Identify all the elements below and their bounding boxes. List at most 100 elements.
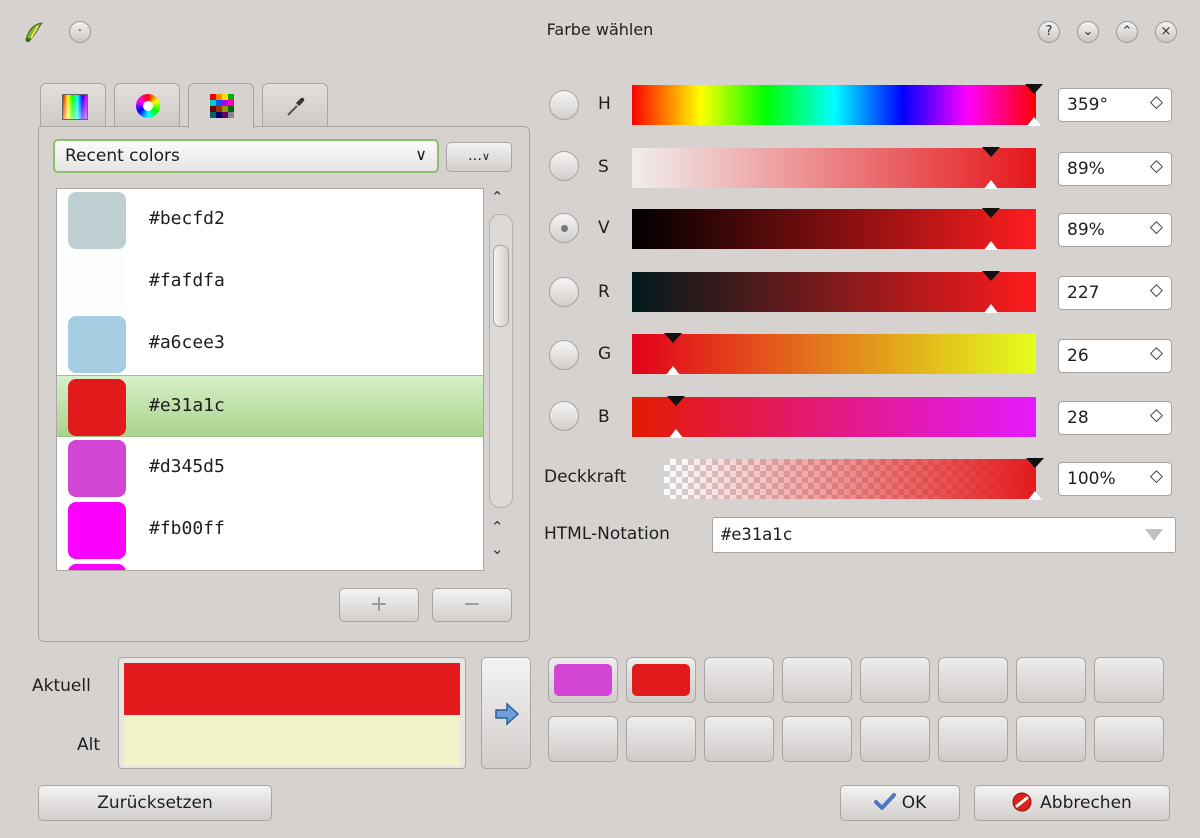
- opacity-slider[interactable]: [664, 458, 1044, 500]
- color-button-fill: [554, 664, 612, 696]
- spin-arrows-icon[interactable]: ◇: [1150, 282, 1163, 299]
- tab-swatches[interactable]: [188, 83, 254, 129]
- slider-marker[interactable]: [667, 396, 685, 406]
- list-item-selected[interactable]: #e31a1c: [57, 375, 483, 437]
- saturation-slider[interactable]: [632, 147, 1036, 189]
- color-button[interactable]: [1094, 657, 1164, 703]
- scroll-up-icon[interactable]: ⌃: [491, 188, 504, 206]
- slider-marker[interactable]: [664, 333, 682, 343]
- opacity-label: Deckkraft: [544, 467, 627, 487]
- red-slider[interactable]: [632, 271, 1036, 313]
- tab-color-wheel[interactable]: [114, 83, 180, 127]
- minus-icon: −: [462, 592, 482, 617]
- list-scrollbar[interactable]: ⌃ ⌃ ⌄: [486, 188, 514, 571]
- current-color-swatch: [124, 663, 460, 715]
- tab-color-ramp[interactable]: [40, 83, 106, 127]
- slider-marker[interactable]: [1025, 84, 1043, 94]
- spin-arrows-icon[interactable]: ◇: [1150, 407, 1163, 424]
- scroll-down-icon[interactable]: ⌄: [491, 540, 504, 558]
- hue-slider[interactable]: [632, 84, 1043, 126]
- spin-arrows-icon[interactable]: ◇: [1150, 345, 1163, 362]
- radio-b[interactable]: [549, 401, 579, 431]
- saturation-spinbox[interactable]: 89% ◇: [1058, 152, 1172, 186]
- list-item[interactable]: #fb00ff: [57, 499, 483, 561]
- radio-s[interactable]: [549, 151, 579, 181]
- radio-v[interactable]: [549, 213, 579, 243]
- cancel-label: Abbrechen: [1040, 793, 1132, 813]
- ok-button[interactable]: OK: [840, 785, 960, 821]
- red-value: 227: [1067, 283, 1100, 303]
- color-button[interactable]: [1094, 716, 1164, 762]
- red-spinbox[interactable]: 227 ◇: [1058, 276, 1172, 310]
- slider-marker[interactable]: [982, 271, 1000, 281]
- apply-color-button[interactable]: [481, 657, 531, 769]
- scroll-track[interactable]: [489, 214, 513, 508]
- minimize-button[interactable]: ⌄: [1077, 21, 1099, 43]
- value-spinbox[interactable]: 89% ◇: [1058, 213, 1172, 247]
- hue-spinbox[interactable]: 359° ◇: [1058, 88, 1172, 122]
- color-button[interactable]: [704, 716, 774, 762]
- reset-button[interactable]: Zurücksetzen: [38, 785, 272, 821]
- scroll-thumb[interactable]: [493, 245, 509, 327]
- dropdown-triangle-icon[interactable]: [1145, 529, 1163, 541]
- eyedropper-icon: [284, 94, 308, 118]
- color-button[interactable]: [938, 716, 1008, 762]
- color-button[interactable]: [1016, 657, 1086, 703]
- old-color-swatch[interactable]: [124, 715, 460, 765]
- color-swatch: [68, 192, 126, 249]
- color-button[interactable]: [548, 657, 618, 703]
- color-hex-label: #fb00ff: [149, 518, 225, 539]
- color-hex-label: #e31a1c: [149, 395, 225, 416]
- spin-arrows-icon[interactable]: ◇: [1150, 468, 1163, 485]
- spin-arrows-icon[interactable]: ◇: [1150, 94, 1163, 111]
- maximize-button[interactable]: ⌃: [1116, 21, 1138, 43]
- list-item[interactable]: #d345d5: [57, 437, 483, 499]
- slider-marker[interactable]: [982, 147, 1000, 157]
- green-slider[interactable]: [632, 333, 1036, 375]
- color-button[interactable]: [626, 657, 696, 703]
- color-button[interactable]: [704, 657, 774, 703]
- list-item[interactable]: #fafdfa: [57, 251, 483, 313]
- slider-marker: [984, 304, 998, 313]
- color-button[interactable]: [626, 716, 696, 762]
- blue-value: 28: [1067, 408, 1089, 428]
- tab-picker[interactable]: [262, 83, 328, 127]
- close-button[interactable]: ×: [1155, 21, 1177, 43]
- slider-marker[interactable]: [1026, 458, 1044, 468]
- color-grid-icon: [210, 94, 234, 118]
- slider-marker[interactable]: [982, 208, 1000, 218]
- radio-h[interactable]: [549, 90, 579, 120]
- cancel-button[interactable]: Abbrechen: [974, 785, 1170, 821]
- help-button[interactable]: ?: [1038, 21, 1060, 43]
- list-item[interactable]: #becfd2: [57, 189, 483, 251]
- list-item[interactable]: [57, 561, 483, 570]
- list-item[interactable]: #a6cee3: [57, 313, 483, 375]
- blue-slider[interactable]: [632, 396, 1036, 438]
- label-v: V: [598, 218, 610, 238]
- add-color-button[interactable]: +: [339, 588, 419, 622]
- scheme-menu-button[interactable]: …∨: [446, 142, 512, 172]
- color-swatch: [68, 254, 126, 311]
- color-button[interactable]: [938, 657, 1008, 703]
- green-spinbox[interactable]: 26 ◇: [1058, 339, 1172, 373]
- recent-colors-list[interactable]: #becfd2 #fafdfa #a6cee3 #e31a1c #d345d5 …: [56, 188, 484, 571]
- radio-r[interactable]: [549, 277, 579, 307]
- remove-color-button[interactable]: −: [432, 588, 512, 622]
- blue-spinbox[interactable]: 28 ◇: [1058, 401, 1172, 435]
- spin-arrows-icon[interactable]: ◇: [1150, 158, 1163, 175]
- color-swatch: [68, 502, 126, 559]
- spin-arrows-icon[interactable]: ◇: [1150, 219, 1163, 236]
- radio-g[interactable]: [549, 340, 579, 370]
- color-button[interactable]: [782, 716, 852, 762]
- value-slider[interactable]: [632, 208, 1036, 250]
- color-button[interactable]: [860, 716, 930, 762]
- opacity-spinbox[interactable]: 100% ◇: [1058, 462, 1172, 496]
- color-button[interactable]: [782, 657, 852, 703]
- html-notation-field[interactable]: #e31a1c: [712, 517, 1176, 553]
- color-scheme-select[interactable]: Recent colors ∨: [53, 139, 439, 173]
- window-title: Farbe wählen: [546, 20, 654, 39]
- color-button[interactable]: [548, 716, 618, 762]
- scroll-up-icon[interactable]: ⌃: [491, 518, 504, 536]
- color-button[interactable]: [1016, 716, 1086, 762]
- color-button[interactable]: [860, 657, 930, 703]
